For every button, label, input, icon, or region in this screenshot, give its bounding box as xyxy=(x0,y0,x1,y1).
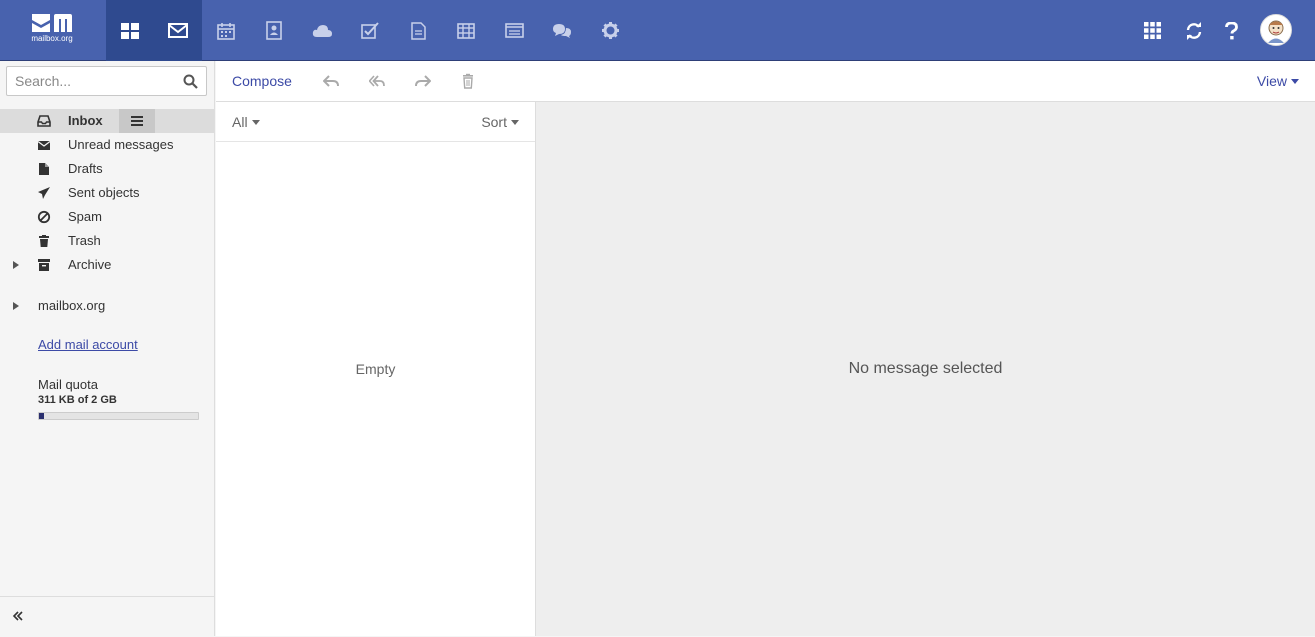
filter-menu-button[interactable]: All xyxy=(232,114,260,130)
delete-icon[interactable] xyxy=(460,73,476,89)
folder-label: Drafts xyxy=(68,161,103,176)
app-chat-button[interactable] xyxy=(538,0,586,61)
mail-quota-bar xyxy=(38,412,199,420)
app-launcher-button[interactable] xyxy=(1134,0,1170,61)
search-button[interactable] xyxy=(183,74,198,89)
folder-label: Inbox xyxy=(68,113,103,128)
mail-quota-title: Mail quota xyxy=(38,377,98,392)
folder-sent[interactable]: Sent objects xyxy=(0,181,214,205)
trash-icon xyxy=(39,235,49,247)
folder-tree: Inbox Unread messages Drafts Sent object… xyxy=(0,109,214,277)
sort-label: Sort xyxy=(481,114,507,130)
spreadsheet-icon xyxy=(457,22,475,39)
folder-label: Spam xyxy=(68,209,102,224)
sidebar-footer xyxy=(0,596,214,637)
mail-toolbar: Compose View xyxy=(216,61,1315,102)
archive-box-icon xyxy=(38,259,50,271)
app-tasks-button[interactable] xyxy=(346,0,394,61)
presentation-icon xyxy=(504,23,524,38)
calendar-icon xyxy=(217,22,235,40)
mailbox-logo-mark-icon xyxy=(32,14,72,32)
account-label: mailbox.org xyxy=(38,298,106,313)
add-mail-account-link[interactable]: Add mail account xyxy=(38,337,138,352)
folder-spam[interactable]: Spam xyxy=(0,205,214,229)
filter-label: All xyxy=(232,114,248,130)
search-box xyxy=(6,66,207,96)
top-bar: mailbox.org xyxy=(0,0,1315,61)
app-spreadsheet-button[interactable] xyxy=(442,0,490,61)
refresh-button[interactable] xyxy=(1176,0,1212,61)
folder-label: Archive xyxy=(68,257,112,272)
search-icon xyxy=(183,74,198,89)
app-drive-button[interactable] xyxy=(298,0,346,61)
cloud-drive-icon xyxy=(312,24,332,37)
view-label: View xyxy=(1256,73,1287,89)
user-avatar[interactable] xyxy=(1260,14,1292,46)
message-list-header: All Sort xyxy=(216,102,535,142)
folder-label: Trash xyxy=(68,233,101,248)
reply-all-icon[interactable] xyxy=(369,73,385,89)
user-avatar-cartoon-icon xyxy=(1261,15,1291,45)
folder-label: Unread messages xyxy=(68,137,174,152)
help-button[interactable] xyxy=(1213,0,1249,61)
hamburger-menu-icon xyxy=(131,116,143,126)
message-detail-pane: No message selected xyxy=(536,102,1315,636)
expand-caret-icon[interactable] xyxy=(13,261,19,269)
folder-trash[interactable]: Trash xyxy=(0,229,214,253)
empty-list-message: Empty xyxy=(355,361,396,377)
settings-gear-icon xyxy=(601,22,619,39)
draft-file-icon xyxy=(39,163,49,175)
app-calendar-button[interactable] xyxy=(202,0,250,61)
reply-icon[interactable] xyxy=(323,73,339,89)
folder-archive[interactable]: Archive xyxy=(0,253,214,277)
app-documents-button[interactable] xyxy=(394,0,442,61)
tasks-icon xyxy=(361,22,379,39)
app-portal-button[interactable] xyxy=(106,0,154,61)
expand-caret-icon[interactable] xyxy=(13,302,19,310)
forward-icon[interactable] xyxy=(415,73,431,89)
mailbox-logo[interactable]: mailbox.org xyxy=(24,12,80,48)
chevron-down-icon xyxy=(511,119,519,125)
folder-options-button[interactable] xyxy=(119,109,155,133)
folder-sidebar: Inbox Unread messages Drafts xyxy=(0,61,215,636)
chat-icon xyxy=(553,23,571,38)
portal-icon xyxy=(121,22,139,39)
folder-unread[interactable]: Unread messages xyxy=(0,133,214,157)
folder-inbox[interactable]: Inbox xyxy=(0,109,214,133)
app-settings-button[interactable] xyxy=(586,0,634,61)
folder-label: Sent objects xyxy=(68,185,140,200)
folder-drafts[interactable]: Drafts xyxy=(0,157,214,181)
help-icon xyxy=(1224,21,1238,39)
document-icon xyxy=(410,21,426,40)
compose-button[interactable]: Compose xyxy=(232,73,292,89)
search-input[interactable] xyxy=(7,67,185,95)
app-presentation-button[interactable] xyxy=(490,0,538,61)
view-menu-button[interactable]: View xyxy=(1257,73,1299,89)
address-book-icon xyxy=(266,21,282,40)
sort-menu-button[interactable]: Sort xyxy=(481,114,519,130)
inbox-icon xyxy=(37,115,51,127)
app-address-book-button[interactable] xyxy=(250,0,298,61)
mail-icon xyxy=(168,23,188,38)
mail-quota-usage: 311 KB of 2 GB xyxy=(38,394,117,406)
paper-plane-icon xyxy=(38,187,50,199)
envelope-icon xyxy=(37,141,51,150)
app-mail-button[interactable] xyxy=(154,0,202,61)
brand-name: mailbox.org xyxy=(31,34,73,43)
no-message-selected-text: No message selected xyxy=(848,360,1003,377)
app-launcher-grid-icon xyxy=(1143,22,1161,39)
refresh-icon xyxy=(1186,21,1202,40)
chevron-down-icon xyxy=(1291,78,1299,84)
chevron-down-icon xyxy=(251,119,260,125)
account-mailbox-org[interactable]: mailbox.org xyxy=(0,294,214,318)
mail-quota-fill xyxy=(39,413,44,419)
ban-icon xyxy=(37,210,51,224)
collapse-sidebar-icon[interactable] xyxy=(12,610,24,622)
message-list-pane: All Sort Empty xyxy=(216,102,536,636)
